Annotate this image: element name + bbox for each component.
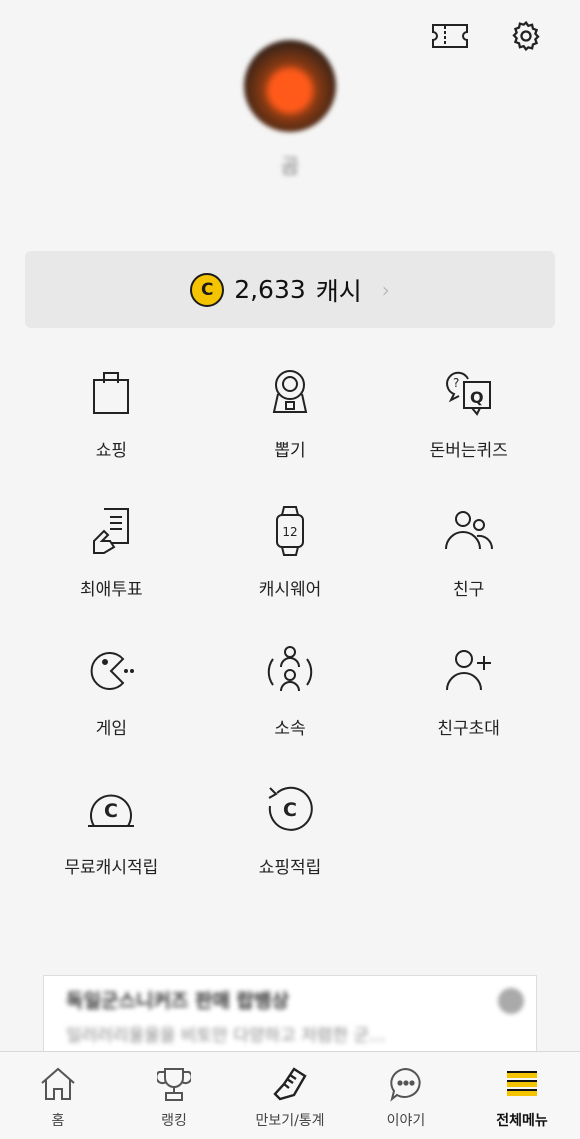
gacha-machine-icon <box>258 360 322 424</box>
ad-banner[interactable]: 독일군스니커즈 판매 랍뱅상 일러러리울울을 비토만 다양하고 저렴한 군... <box>43 975 537 1051</box>
menu-label: 소속 <box>274 719 306 739</box>
tab-label: 랭킹 <box>161 1113 187 1129</box>
tab-label: 홈 <box>51 1113 65 1129</box>
cash-balance-button[interactable]: C 2,633 캐시 › <box>25 251 555 328</box>
menu-label: 최애투표 <box>80 580 143 600</box>
svg-text:Q: Q <box>470 388 484 407</box>
vote-icon <box>79 499 143 563</box>
menu-label: 게임 <box>95 719 127 739</box>
svg-text:?: ? <box>453 376 459 390</box>
friends-icon <box>437 499 501 563</box>
smartwatch-icon: 12 <box>258 499 322 563</box>
pacman-icon <box>79 638 143 702</box>
tab-label: 만보기/통계 <box>255 1113 325 1129</box>
free-cash-icon: C <box>79 777 143 841</box>
cash-unit: 캐시 <box>315 276 362 306</box>
menu-item-vote[interactable]: 최애투표 <box>22 499 201 638</box>
watch-text: 12 <box>282 525 297 539</box>
invite-friend-icon <box>437 638 501 702</box>
tab-label: 이야기 <box>386 1113 426 1129</box>
nickname: 곰 <box>280 154 300 178</box>
bottom-tab-bar: 홈 랭킹 만보기/통계 이야기 전체메뉴 <box>0 1051 580 1139</box>
menu-label: 캐시웨어 <box>258 580 322 600</box>
menu-grid: 쇼핑 뽑기 ? Q 돈버는퀴즈 최애투표 12 캐시웨어 친구 게임 소속 친구… <box>22 360 558 916</box>
tab-story[interactable]: 이야기 <box>348 1052 464 1139</box>
menu-label: 친구 <box>453 580 485 600</box>
chat-bubble-icon <box>386 1064 426 1104</box>
group-icon <box>258 638 322 702</box>
tab-pedometer[interactable]: 만보기/통계 <box>232 1052 348 1139</box>
shoe-icon <box>270 1064 310 1104</box>
home-icon <box>38 1064 78 1104</box>
menu-label: 뽑기 <box>274 441 306 461</box>
menu-item-group[interactable]: 소속 <box>201 638 380 777</box>
coin-letter: C <box>283 799 297 821</box>
menu-item-cashware[interactable]: 12 캐시웨어 <box>201 499 380 638</box>
menu-label: 쇼핑적립 <box>258 858 322 878</box>
menu-label: 무료캐시적립 <box>64 858 159 878</box>
menu-item-shopping-reward[interactable]: C 쇼핑적립 <box>201 777 380 916</box>
menu-label: 돈버는퀴즈 <box>429 441 508 461</box>
coin-icon: C <box>190 272 225 307</box>
info-icon[interactable] <box>498 988 524 1014</box>
menu-item-game[interactable]: 게임 <box>22 638 201 777</box>
menu-item-gacha[interactable]: 뽑기 <box>201 360 380 499</box>
tab-all-menu[interactable]: 전체메뉴 <box>464 1052 580 1139</box>
quiz-icon: ? Q <box>437 360 501 424</box>
menu-item-invite[interactable]: 친구초대 <box>379 638 558 777</box>
tab-home[interactable]: 홈 <box>0 1052 116 1139</box>
banner-subtitle: 일러러리울울을 비토만 다양하고 저렴한 군... <box>66 1026 386 1046</box>
menu-item-quiz[interactable]: ? Q 돈버는퀴즈 <box>379 360 558 499</box>
menu-item-shopping[interactable]: 쇼핑 <box>22 360 201 499</box>
chevron-right-icon: › <box>381 277 390 302</box>
banner-title: 독일군스니커즈 판매 랍뱅상 <box>66 990 289 1012</box>
shopping-bag-icon <box>79 360 143 424</box>
profile: 곰 <box>0 40 580 179</box>
menu-item-free-cash[interactable]: C 무료캐시적립 <box>22 777 201 916</box>
tab-label: 전체메뉴 <box>496 1113 548 1129</box>
tab-ranking[interactable]: 랭킹 <box>116 1052 232 1139</box>
trophy-icon <box>154 1064 194 1104</box>
menu-label: 친구초대 <box>437 719 500 739</box>
coin-letter: C <box>104 800 118 822</box>
menu-label: 쇼핑 <box>95 441 127 461</box>
cash-amount: 2,633 <box>234 275 306 304</box>
avatar[interactable] <box>244 40 336 132</box>
menu-item-friends[interactable]: 친구 <box>379 499 558 638</box>
shopping-reward-icon: C <box>258 777 322 841</box>
menu-icon <box>502 1064 542 1104</box>
